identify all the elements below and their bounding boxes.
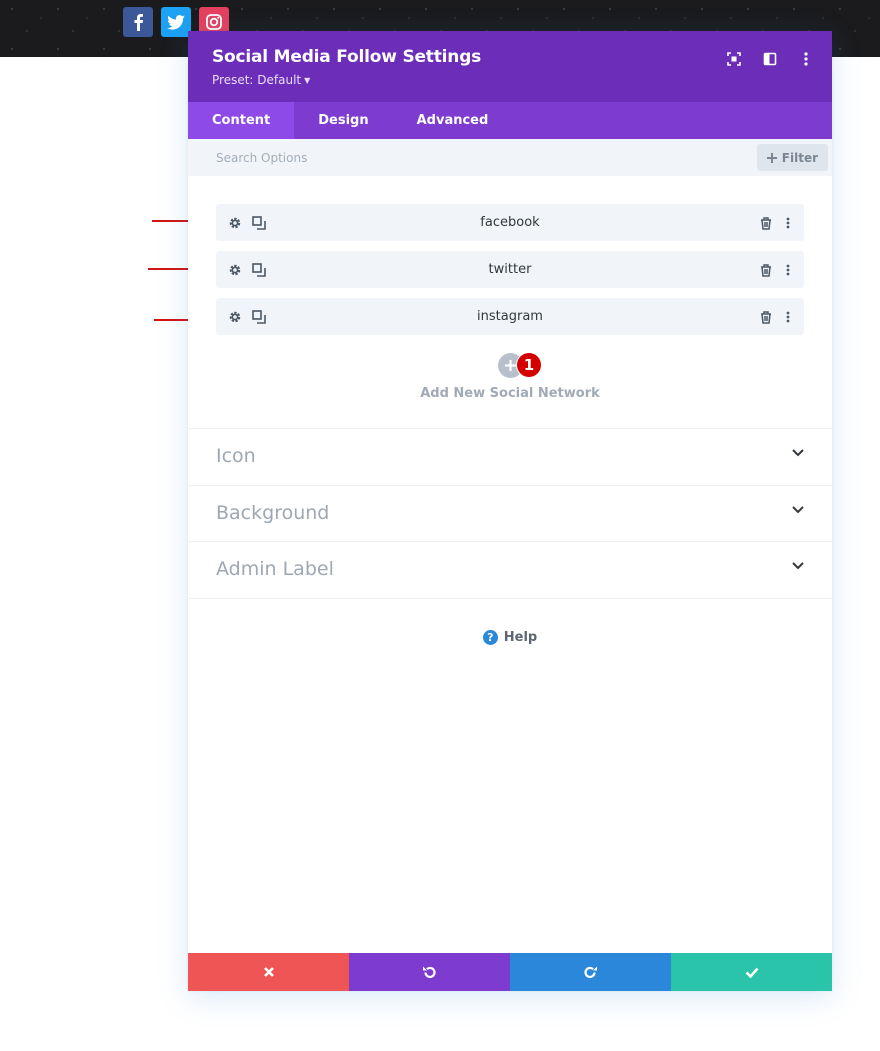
section-admin-label[interactable]: Admin Label — [188, 541, 832, 599]
more-options-icon[interactable] — [780, 309, 796, 325]
section-background[interactable]: Background — [188, 485, 832, 542]
list-item[interactable]: facebook — [216, 204, 804, 241]
filter-button[interactable]: Filter — [756, 144, 828, 171]
settings-modal: Social Media Follow Settings Preset: Def… — [188, 31, 832, 991]
modal-title: Social Media Follow Settings — [212, 47, 482, 67]
tab-advanced[interactable]: Advanced — [393, 102, 513, 139]
more-options-icon[interactable] — [780, 262, 796, 278]
chevron-down-icon — [792, 562, 804, 570]
check-icon — [745, 967, 758, 978]
list-item-label: twitter — [488, 262, 532, 277]
caret-down-icon: ▼ — [304, 76, 311, 85]
more-options-icon[interactable] — [796, 49, 816, 69]
section-icon[interactable]: Icon — [188, 428, 832, 485]
trash-icon[interactable] — [758, 215, 774, 231]
help-link[interactable]: ? Help — [188, 627, 832, 647]
focus-mode-icon[interactable] — [724, 49, 744, 69]
tab-bar: Content Design Advanced — [188, 102, 832, 139]
section-title: Admin Label — [216, 558, 334, 580]
filter-label: Filter — [781, 150, 818, 165]
section-title: Background — [216, 502, 330, 524]
social-network-list: facebook twitter instagram — [216, 204, 804, 345]
more-options-icon[interactable] — [780, 215, 796, 231]
plus-icon — [505, 360, 516, 371]
preset-selector[interactable]: Preset: Default ▼ — [212, 73, 310, 87]
redo-icon — [584, 966, 597, 978]
plus-icon — [766, 152, 777, 163]
close-icon — [263, 967, 274, 977]
modal-footer — [188, 953, 832, 991]
add-new-network: 1 Add New Social Network — [188, 353, 832, 403]
tab-content[interactable]: Content — [188, 102, 295, 139]
trash-icon[interactable] — [758, 309, 774, 325]
add-network-label[interactable]: Add New Social Network — [188, 386, 832, 401]
search-bar: Search Options Filter — [188, 139, 832, 176]
list-item[interactable]: twitter — [216, 251, 804, 288]
list-item[interactable]: instagram — [216, 298, 804, 335]
facebook-icon[interactable] — [123, 7, 153, 37]
modal-header: Social Media Follow Settings Preset: Def… — [188, 31, 832, 102]
chevron-down-icon — [792, 506, 804, 514]
trash-icon[interactable] — [758, 262, 774, 278]
list-item-label: facebook — [480, 215, 540, 230]
tab-design[interactable]: Design — [294, 102, 392, 139]
save-button[interactable] — [671, 953, 832, 991]
help-label: Help — [503, 629, 538, 645]
twitter-icon[interactable] — [161, 7, 191, 37]
section-title: Icon — [216, 445, 256, 467]
cancel-button[interactable] — [188, 953, 349, 991]
undo-icon — [423, 966, 436, 978]
help-icon: ? — [482, 629, 498, 645]
undo-button[interactable] — [349, 953, 510, 991]
chevron-down-icon — [792, 449, 804, 457]
list-item-label: instagram — [477, 309, 543, 324]
split-view-icon[interactable] — [760, 49, 780, 69]
preset-label: Preset: Default — [212, 73, 302, 87]
annotation-badge: 1 — [517, 353, 541, 377]
search-input[interactable]: Search Options — [216, 151, 307, 165]
redo-button[interactable] — [510, 953, 671, 991]
